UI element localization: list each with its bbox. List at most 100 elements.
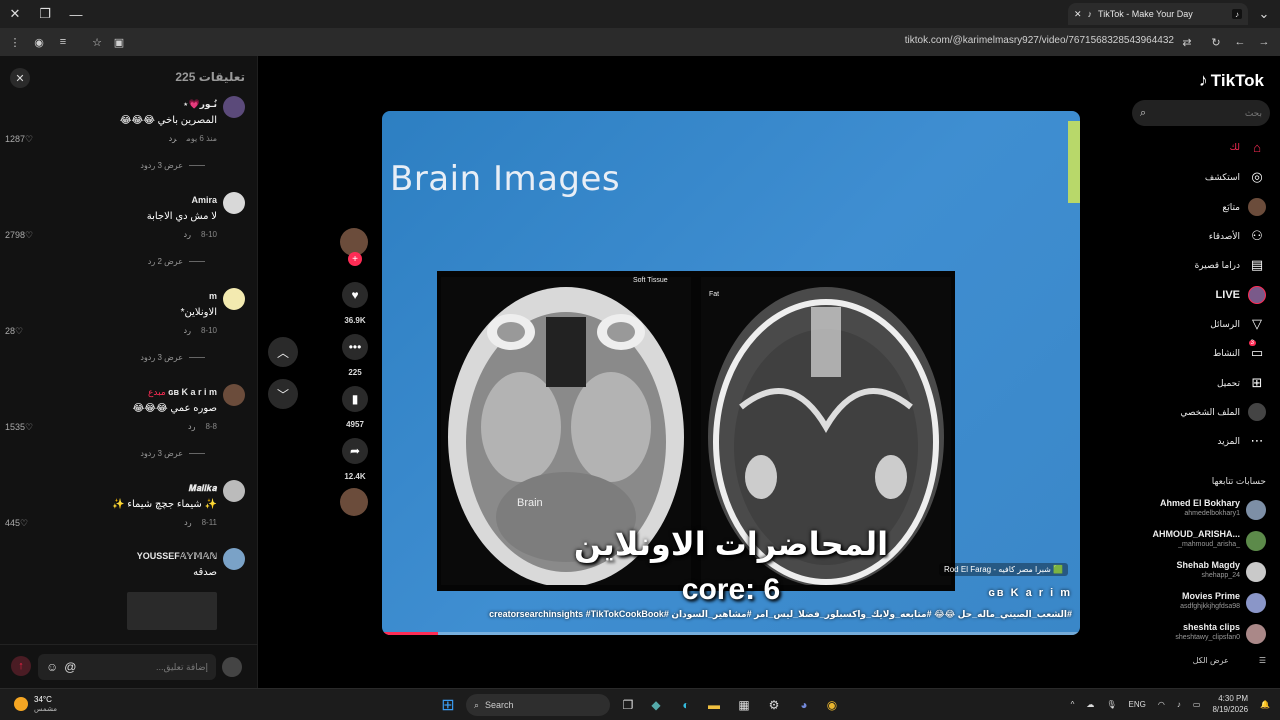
close-comments-icon[interactable]: ✕ bbox=[10, 68, 30, 88]
discord-icon[interactable]: ◕ bbox=[794, 695, 814, 715]
like-button[interactable]: ♥ bbox=[342, 282, 368, 308]
chrome-icon[interactable]: ◉ bbox=[822, 695, 842, 715]
minimize-window-icon[interactable]: — bbox=[66, 4, 86, 24]
save-button[interactable]: ▮ bbox=[342, 386, 368, 412]
comment-input[interactable]: ☺ @ إضافة تعليق... bbox=[38, 654, 216, 680]
video-author[interactable]: ɢʙ K a r i m bbox=[988, 587, 1072, 599]
comment-author[interactable]: YOUSSEF𝔸𝕐𝕄𝔸ℕ bbox=[137, 551, 217, 562]
comment-like[interactable]: 2798♡ bbox=[5, 230, 33, 241]
install-app-icon[interactable]: ▣ bbox=[110, 33, 128, 51]
site-info-icon[interactable]: ⇄ bbox=[1178, 33, 1196, 51]
follow-plus-icon[interactable]: + bbox=[348, 252, 362, 266]
tab-list-icon[interactable]: ⌄ bbox=[1254, 4, 1274, 24]
next-video-button[interactable]: ﹀ bbox=[268, 379, 298, 409]
menu-dots-icon[interactable]: ⋮ bbox=[6, 33, 24, 51]
audio-label[interactable]: 🟩 شبرا مصر كافيه - Rod El Farag bbox=[938, 563, 1068, 576]
nav-for-you[interactable]: لك ⌂ bbox=[1136, 136, 1266, 158]
nav-profile[interactable]: الملف الشخصي bbox=[1136, 401, 1266, 423]
following-account[interactable]: sheshta clips sheshtawy_clipsfan0 bbox=[1136, 620, 1266, 648]
copilot-icon[interactable]: ◆ bbox=[646, 695, 666, 715]
avatar[interactable] bbox=[223, 548, 245, 570]
reply-button[interactable]: رد bbox=[169, 134, 177, 143]
comment-author[interactable]: نُـور💗⋆ bbox=[183, 99, 217, 110]
avatar[interactable] bbox=[223, 96, 245, 118]
taskbar-search[interactable]: ⌕ Search bbox=[466, 694, 610, 716]
browser-tab[interactable]: ✕ ♪ TikTok - Make Your Day ♪ bbox=[1068, 3, 1248, 25]
restore-window-icon[interactable]: ❐ bbox=[35, 4, 55, 24]
sound-disc-icon[interactable] bbox=[340, 488, 368, 516]
chevron-up-icon[interactable]: ^ bbox=[1071, 700, 1075, 709]
reply-button[interactable]: رد bbox=[184, 230, 191, 239]
nav-more[interactable]: المزيد ⋯ bbox=[1136, 430, 1266, 452]
windows-start-icon[interactable]: ⊞ bbox=[438, 695, 458, 715]
comment-author[interactable]: m bbox=[209, 291, 217, 301]
weather-widget[interactable]: 34°C مشمس bbox=[14, 695, 57, 713]
forward-icon[interactable]: → bbox=[1255, 33, 1273, 51]
settings-gear-icon[interactable]: ⚙ bbox=[764, 695, 784, 715]
view-replies-button[interactable]: عرض 3 ردود bbox=[140, 449, 205, 458]
following-account[interactable]: AHMOUD_ARISHA... _mahmoud_arisha_ bbox=[1136, 527, 1266, 555]
reply-button[interactable]: رد bbox=[184, 518, 191, 527]
nav-short-drama[interactable]: دراما قصيرة ▤ bbox=[1136, 254, 1266, 276]
view-replies-button[interactable]: عرض 3 ردود bbox=[140, 161, 205, 170]
search-input[interactable]: ⌕ بحث bbox=[1132, 100, 1270, 126]
following-account[interactable]: Movies Prime asdfghjkkjhgfdsa98 bbox=[1136, 589, 1266, 617]
comment-image-attachment[interactable] bbox=[127, 592, 217, 630]
following-account[interactable]: Shehab Magdy shehapp_24 bbox=[1136, 558, 1266, 586]
avatar[interactable] bbox=[223, 384, 245, 406]
comment-like[interactable]: 445♡ bbox=[5, 518, 28, 529]
emoji-icon[interactable]: ☺ bbox=[46, 660, 58, 674]
back-icon[interactable]: ← bbox=[1231, 33, 1249, 51]
volume-icon[interactable]: ♪ bbox=[1177, 700, 1181, 709]
task-view-icon[interactable]: ❐ bbox=[618, 695, 638, 715]
edge-icon[interactable]: ◐ bbox=[676, 695, 696, 715]
previous-video-button[interactable]: ︿ bbox=[268, 337, 298, 367]
nav-live[interactable]: LIVE bbox=[1136, 284, 1266, 306]
store-icon[interactable]: ▦ bbox=[734, 695, 754, 715]
clock[interactable]: 4:30 PM 8/19/2026 bbox=[1212, 693, 1248, 715]
nav-following[interactable]: متابَع bbox=[1136, 196, 1266, 218]
video-hashtags[interactable]: #الشعب_الصيني_ماله_حل 😂😂 #متابعه_ولايك_و… bbox=[489, 609, 1072, 620]
microphone-icon[interactable]: 🎙 bbox=[1106, 700, 1116, 709]
mention-icon[interactable]: @ bbox=[64, 660, 76, 674]
video-progress-bar[interactable] bbox=[382, 632, 1080, 635]
cloud-icon[interactable]: ☁ bbox=[1086, 700, 1094, 709]
comment-like[interactable]: 28♡ bbox=[5, 326, 23, 337]
view-replies-button[interactable]: عرض 2 رد bbox=[148, 257, 205, 266]
reading-list-icon[interactable]: ≡ bbox=[54, 33, 72, 51]
share-button[interactable]: ➦ bbox=[342, 438, 368, 464]
nav-activity[interactable]: النشاط ▭ 3 bbox=[1136, 340, 1266, 364]
avatar[interactable] bbox=[223, 288, 245, 310]
nav-friends[interactable]: الأصدقاء ⚇ bbox=[1136, 225, 1266, 247]
reply-button[interactable]: رد bbox=[188, 422, 195, 431]
comment-author[interactable]: 𝑴𝒂𝒍𝒊𝒌𝒂 bbox=[189, 483, 217, 494]
close-window-icon[interactable]: ✕ bbox=[5, 4, 25, 24]
comment-author[interactable]: Amira bbox=[191, 195, 217, 205]
send-arrow-icon[interactable]: ↑ bbox=[11, 656, 31, 676]
profile-icon[interactable]: ◉ bbox=[30, 33, 48, 51]
tiktok-logo[interactable]: ♪ TikTok bbox=[1199, 70, 1264, 91]
nav-messages[interactable]: الرسائل ▽ bbox=[1136, 313, 1266, 335]
reload-icon[interactable]: ↻ bbox=[1207, 33, 1225, 51]
tab-close-icon[interactable]: ✕ bbox=[1074, 9, 1082, 20]
see-all-button[interactable]: عرض الكل ☰ bbox=[1136, 656, 1266, 665]
reply-button[interactable]: رد bbox=[184, 326, 191, 335]
nav-upload[interactable]: تحميل ⊞ bbox=[1136, 372, 1266, 394]
comment-author[interactable]: ɢʙ K a r i m مبدع bbox=[148, 387, 217, 398]
avatar[interactable] bbox=[223, 192, 245, 214]
notification-bell-icon[interactable]: 🔔 bbox=[1260, 700, 1270, 709]
comment-like[interactable]: 1535♡ bbox=[5, 422, 33, 433]
nav-explore[interactable]: استكشف ◎ bbox=[1136, 166, 1266, 188]
bookmark-star-icon[interactable]: ☆ bbox=[88, 33, 106, 51]
wifi-icon[interactable]: ◠ bbox=[1158, 700, 1165, 709]
avatar[interactable] bbox=[223, 480, 245, 502]
comment-like[interactable]: 1287♡ bbox=[5, 134, 33, 145]
battery-icon[interactable]: ▭ bbox=[1193, 700, 1201, 709]
video-player[interactable]: Brain Images Brain Soft Tissue Fat المحا… bbox=[382, 111, 1080, 635]
file-explorer-icon[interactable]: ▬ bbox=[704, 695, 724, 715]
comment-button[interactable]: ••• bbox=[342, 334, 368, 360]
view-replies-button[interactable]: عرض 3 ردود bbox=[140, 353, 205, 362]
language-indicator[interactable]: ENG bbox=[1129, 700, 1146, 709]
following-account[interactable]: Ahmed El Bokhary ahmedelbokhary1 bbox=[1136, 496, 1266, 524]
url-field[interactable]: tiktok.com/@karimelmasry927/video/767156… bbox=[905, 35, 1174, 46]
